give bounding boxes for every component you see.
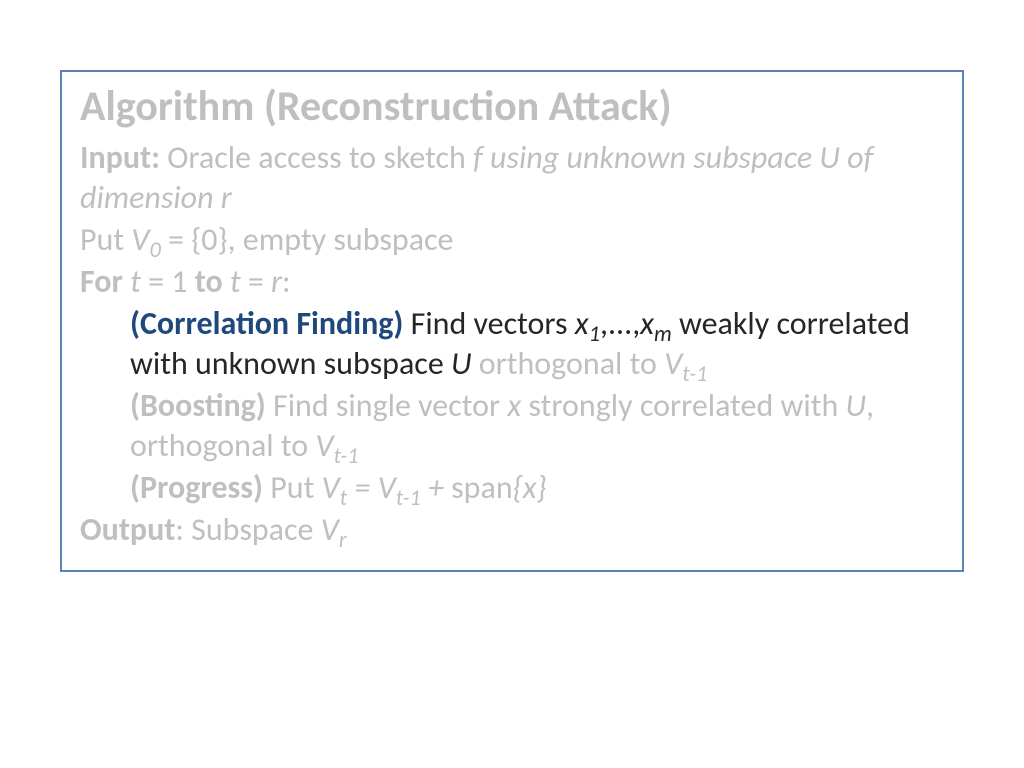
put-line: Put V0 = {0}, empty subspace [80, 220, 944, 260]
v0-v: V [131, 220, 149, 259]
cf-orth: orthogonal to [472, 344, 665, 383]
bo-u: U [845, 386, 866, 425]
correlation-line: (Correlation Finding) Find vectors x1,..… [130, 304, 944, 384]
bo-strong: strongly correlated with [521, 386, 845, 425]
pr-t: t [340, 485, 348, 512]
pr-v2: V [378, 468, 396, 507]
pr-put: Put [263, 468, 322, 507]
out-r: r [339, 527, 347, 554]
cf-dots: ,..., [600, 304, 640, 343]
out-label: Output [80, 510, 175, 549]
pr-v: V [322, 468, 340, 507]
output-line: Output: Subspace Vr [80, 510, 944, 550]
input-text: Oracle access to sketch [160, 138, 473, 177]
pr-eq: = [347, 468, 377, 507]
cf-x1: x [575, 304, 589, 343]
slide: Algorithm (Reconstruction Attack) Input:… [0, 0, 1024, 768]
for-eq1: = 1 [141, 262, 195, 301]
cf-find: Find vectors [403, 304, 574, 343]
input-label: Input: [80, 138, 160, 177]
pr-span: span [451, 468, 512, 507]
cf-sub1: 1 [589, 321, 600, 348]
cf-v: V [664, 344, 682, 383]
algorithm-title: Algorithm (Reconstruction Attack) [80, 84, 944, 130]
bo-v: V [315, 426, 333, 465]
bo-x: x [507, 386, 521, 425]
cf-t1: t-1 [682, 361, 707, 388]
for-line: For t = 1 to t = r: [80, 262, 944, 302]
for-t2: t [223, 262, 241, 301]
algorithm-box: Algorithm (Reconstruction Attack) Input:… [60, 70, 964, 572]
pr-label: (Progress) [130, 468, 263, 507]
input-line: Input: Oracle access to sketch f using u… [80, 138, 944, 218]
cf-xm: x [640, 304, 654, 343]
cf-u: U [451, 344, 472, 383]
to-kw: to [195, 262, 223, 301]
cf-label: (Correlation Finding) [130, 304, 403, 343]
progress-line: (Progress) Put Vt = Vt-1 + span{x} [130, 468, 944, 508]
bo-t1: t-1 [334, 443, 359, 470]
boosting-line: (Boosting) Find single vector x strongly… [130, 386, 944, 466]
put-word: Put [80, 220, 131, 259]
v0-sub: 0 [149, 237, 160, 264]
for-kw: For [80, 262, 123, 301]
put-rest: = {0}, empty subspace [161, 220, 454, 259]
pr-t1: t-1 [396, 485, 421, 512]
bo-label: (Boosting) [130, 386, 266, 425]
pr-braces: {x} [513, 468, 547, 507]
out-colon: : Subspace [175, 510, 320, 549]
for-r: r [271, 262, 282, 301]
for-eq2: = [241, 262, 271, 301]
pr-plus: + [421, 468, 451, 507]
bo-find: Find single vector [266, 386, 508, 425]
for-colon: : [282, 262, 291, 301]
out-v: V [321, 510, 339, 549]
cf-subm: m [654, 321, 672, 348]
for-t1: t [123, 262, 141, 301]
